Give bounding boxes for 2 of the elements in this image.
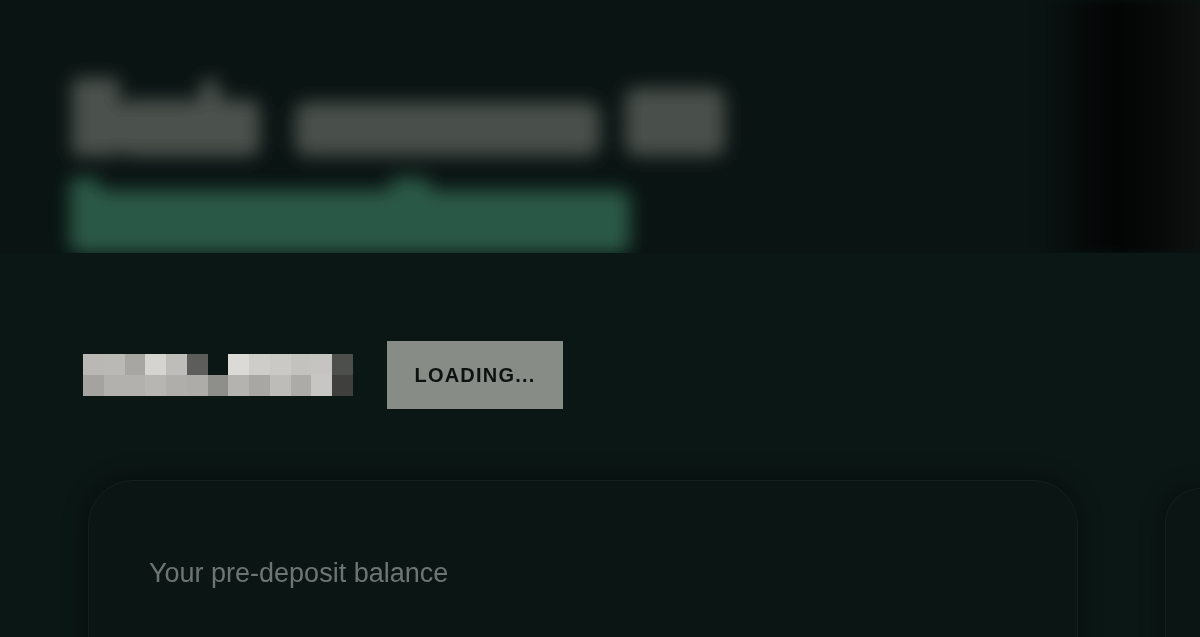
loading-button[interactable]: LOADING... — [387, 341, 563, 409]
balance-label: Your pre-deposit balance — [149, 558, 449, 588]
